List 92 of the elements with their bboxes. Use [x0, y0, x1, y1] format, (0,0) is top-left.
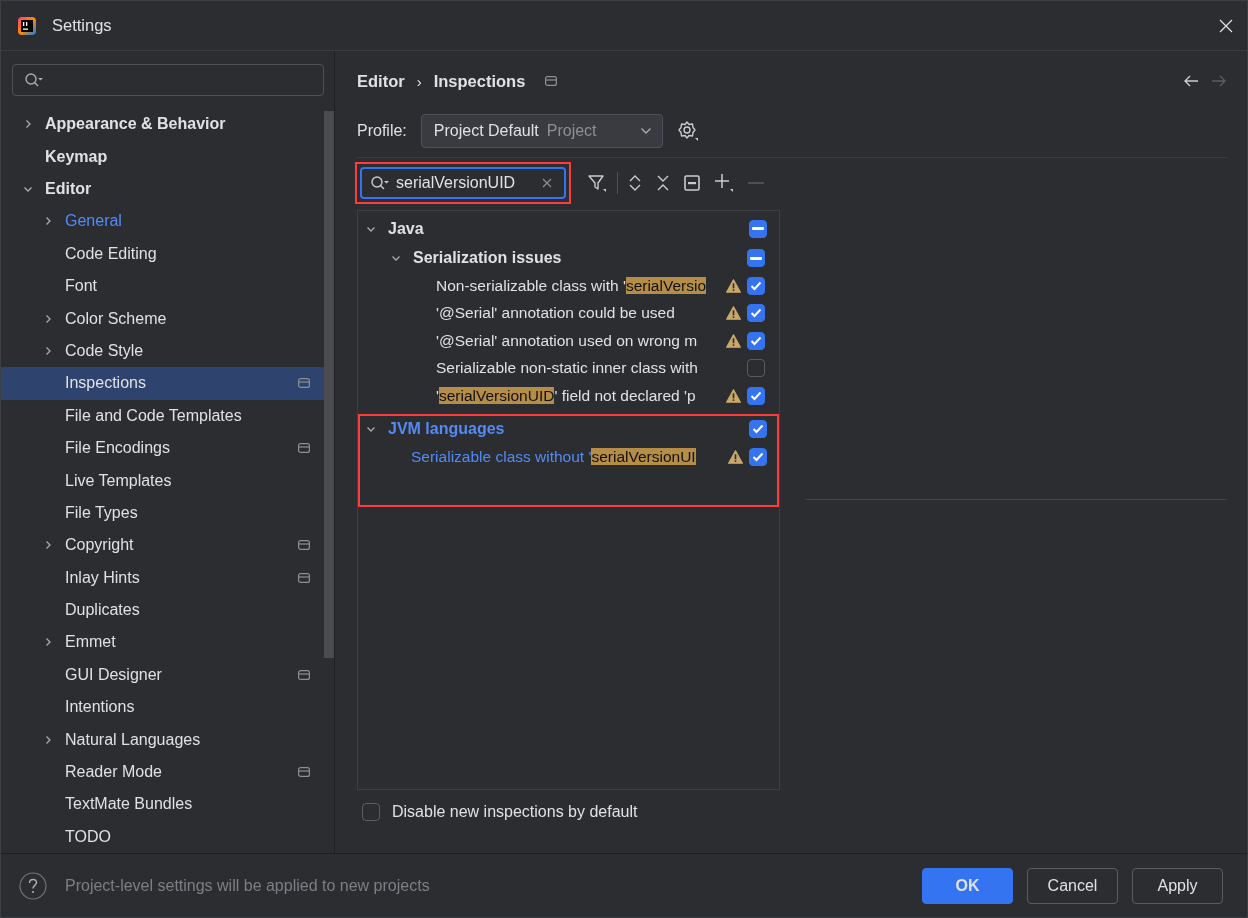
- search-icon: [370, 175, 390, 191]
- warning-icon: [725, 388, 741, 403]
- footer-note: Project-level settings will be applied to new projects: [65, 876, 430, 895]
- dialog-button[interactable]: Apply: [1132, 867, 1223, 904]
- sidebar-item[interactable]: File and Code Templates: [1, 399, 324, 432]
- sidebar-item[interactable]: Keymap: [1, 140, 324, 173]
- warning-icon: [725, 333, 741, 348]
- warning-icon: [725, 278, 741, 293]
- inspection-search-field[interactable]: serialVersionUID: [360, 167, 566, 199]
- sidebar-item[interactable]: Reader Mode: [1, 755, 324, 789]
- checkmark-icon: [750, 335, 762, 346]
- checkmark-icon: [750, 280, 762, 291]
- expand-all-icon[interactable]: [628, 174, 642, 192]
- project-scope-icon: [298, 378, 310, 389]
- sidebar-item[interactable]: Emmet: [1, 626, 324, 659]
- sidebar-item[interactable]: File Encodings: [1, 431, 324, 465]
- checkbox[interactable]: [747, 331, 765, 350]
- settings-search-field[interactable]: [12, 64, 324, 96]
- chevron-down-icon[interactable]: [23, 184, 33, 194]
- chevron-right-icon[interactable]: [43, 313, 53, 324]
- dialog-button[interactable]: Cancel: [1027, 867, 1118, 904]
- warning-icon: [727, 449, 743, 464]
- chevron-right-icon[interactable]: [43, 637, 53, 648]
- add-icon[interactable]: [714, 173, 734, 193]
- profile-dropdown[interactable]: Project Default Project: [420, 114, 663, 148]
- sidebar-item[interactable]: File Types: [1, 496, 324, 530]
- inspection-name[interactable]: '@Serial' annotation could be used: [436, 304, 675, 323]
- chevron-right-icon[interactable]: [43, 216, 53, 227]
- minus-square-icon[interactable]: [684, 175, 700, 191]
- chevron-right-icon[interactable]: [43, 734, 53, 745]
- checkmark-icon: [750, 308, 762, 319]
- checkbox[interactable]: [747, 276, 765, 295]
- inspection-group[interactable]: JVM languages: [388, 420, 505, 439]
- checkbox[interactable]: [362, 803, 380, 821]
- breadcrumb-item[interactable]: Editor: [357, 71, 405, 91]
- sidebar-item[interactable]: TextMate Bundles: [1, 788, 324, 821]
- checkbox[interactable]: [747, 304, 765, 323]
- sidebar-item[interactable]: Inspections: [1, 367, 324, 400]
- checkmark-icon: [752, 451, 764, 462]
- checkbox[interactable]: [747, 249, 765, 268]
- scrollbar[interactable]: [324, 111, 334, 658]
- sidebar-item[interactable]: Natural Languages: [1, 723, 324, 756]
- inspection-name[interactable]: Serializable class without 'serialVersionUI: [411, 447, 696, 466]
- caret-icon: [639, 127, 652, 135]
- checkbox[interactable]: [749, 447, 767, 466]
- settings-icon[interactable]: [676, 120, 699, 142]
- sidebar-item[interactable]: Live Templates: [1, 464, 324, 497]
- sidebar-item[interactable]: Code Editing: [1, 237, 324, 270]
- help-icon[interactable]: [19, 871, 47, 900]
- project-scope-icon: [545, 76, 558, 86]
- project-scope-icon: [298, 767, 310, 777]
- sidebar-item[interactable]: Copyright: [1, 529, 324, 562]
- clear-icon[interactable]: [542, 178, 552, 188]
- sidebar-item[interactable]: Color Scheme: [1, 302, 324, 335]
- sidebar-item[interactable]: GUI Designer: [1, 658, 324, 692]
- inspection-name[interactable]: Serializable non-static inner class with: [436, 359, 698, 378]
- checkbox-label[interactable]: Disable new inspections by default: [392, 803, 638, 821]
- chevron-right-icon[interactable]: [43, 540, 53, 551]
- project-scope-icon: [298, 572, 310, 583]
- window-title: Settings: [52, 16, 112, 35]
- project-scope-icon: [298, 443, 310, 454]
- checkmark-icon: [750, 390, 762, 401]
- sidebar-item[interactable]: Font: [1, 269, 324, 303]
- breadcrumb-item: Inspections: [433, 71, 526, 91]
- inspection-name[interactable]: '@Serial' annotation used on wrong m: [436, 331, 698, 350]
- sidebar-item[interactable]: Editor: [1, 172, 324, 206]
- app-logo-icon: [17, 15, 37, 36]
- sidebar-item[interactable]: Inlay Hints: [1, 561, 324, 594]
- sidebar-item[interactable]: TODO: [1, 820, 324, 853]
- inspection-group[interactable]: Serialization issues: [413, 249, 562, 268]
- chevron-right-icon[interactable]: [43, 345, 53, 356]
- sidebar-item[interactable]: Intentions: [1, 691, 324, 724]
- breadcrumb-separator: ›: [416, 72, 422, 90]
- sidebar-item[interactable]: Duplicates: [1, 593, 324, 627]
- inspection-group[interactable]: Java: [388, 219, 424, 238]
- checkbox[interactable]: [749, 420, 767, 439]
- collapse-all-icon[interactable]: [656, 174, 670, 192]
- sidebar-item[interactable]: Code Style: [1, 334, 324, 368]
- sidebar-item[interactable]: General: [1, 205, 324, 238]
- checkbox[interactable]: [749, 219, 767, 238]
- search-icon: [24, 72, 44, 88]
- sidebar-item[interactable]: Appearance & Behavior: [1, 108, 324, 141]
- project-scope-icon: [298, 669, 310, 680]
- project-scope-icon: [298, 540, 310, 551]
- back-arrow-icon[interactable]: [1183, 74, 1199, 88]
- checkbox[interactable]: [747, 359, 765, 378]
- profile-label: Profile:: [357, 122, 407, 140]
- filter-icon[interactable]: [587, 173, 607, 193]
- chevron-right-icon[interactable]: [23, 119, 33, 130]
- checkbox[interactable]: [747, 386, 765, 405]
- warning-icon: [725, 306, 741, 321]
- close-icon[interactable]: [1219, 18, 1233, 33]
